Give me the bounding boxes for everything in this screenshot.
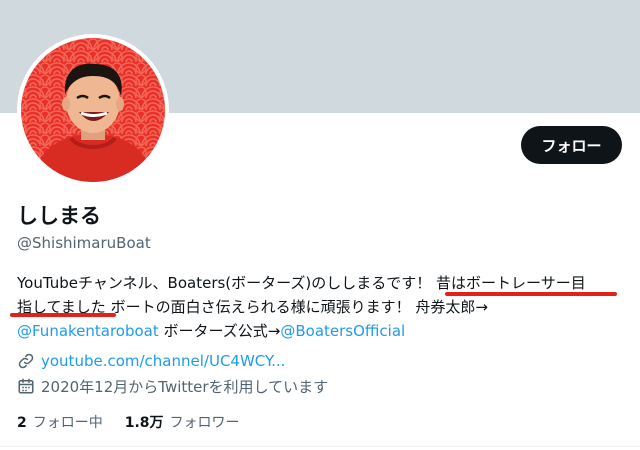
bio-highlighted-text: 昔はボートレーサー目 [436, 274, 586, 292]
bio-line-3: @Funakentaroboat ボーターズ公式→@BoatersOfficia… [17, 319, 629, 343]
following-stat[interactable]: 2 フォロー中 [17, 412, 103, 432]
joined-date: 2020年12月からTwitterを利用しています [41, 377, 329, 396]
follow-stats: 2 フォロー中 1.8万 フォロワー [17, 412, 240, 432]
calendar-icon [17, 377, 35, 395]
mention-link-boaters-official[interactable]: @BoatersOfficial [280, 322, 405, 340]
divider [0, 446, 640, 447]
following-count: 2 [17, 415, 27, 431]
following-label: フォロー中 [32, 415, 103, 431]
followers-count: 1.8万 [124, 415, 164, 431]
website-row: youtube.com/channel/UC4WCY... [17, 350, 285, 372]
profile-handle: @ShishimaruBoat [17, 234, 151, 252]
link-icon [17, 352, 35, 370]
follow-button[interactable]: フォロー [521, 126, 622, 164]
website-link[interactable]: youtube.com/channel/UC4WCY... [41, 352, 285, 370]
followers-label: フォロワー [169, 415, 240, 431]
profile-bio: YouTubeチャンネル、Boaters(ボーターズ)のししまるです！ 昔はボー… [17, 271, 629, 343]
bio-text: ボートの面白さ伝えられる様に頑張ります！ 舟券太郎→ [110, 298, 488, 316]
mention-link-funakentaro[interactable]: @Funakentaroboat [17, 322, 159, 340]
joined-row: 2020年12月からTwitterを利用しています [17, 375, 328, 397]
display-name: ししまる [17, 204, 101, 228]
bio-text: YouTubeチャンネル、Boaters(ボーターズ)のししまるです！ [17, 274, 432, 292]
highlight-underline-1 [445, 292, 617, 296]
highlight-underline-2 [10, 313, 116, 317]
bio-text: ボーターズ公式→ [158, 322, 281, 340]
followers-stat[interactable]: 1.8万 フォロワー [125, 412, 240, 432]
avatar-image [21, 38, 165, 182]
avatar[interactable] [21, 38, 165, 182]
